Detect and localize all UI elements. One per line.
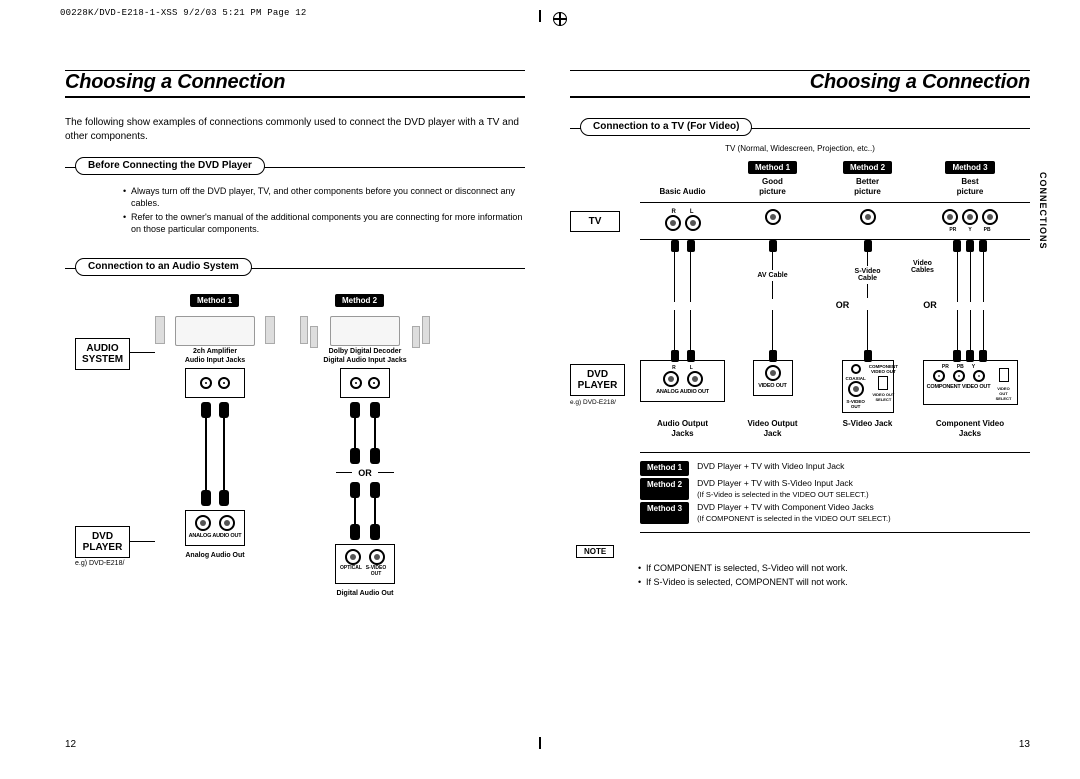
video-output-jack-label: Video Output Jack xyxy=(725,419,820,438)
section-pill-tv: Connection to a TV (For Video) xyxy=(580,118,752,136)
audio-input-jacks-icon xyxy=(185,368,245,398)
jack-icon xyxy=(665,215,681,231)
method3-tag: Method 3 xyxy=(640,502,689,524)
note-item: If S-Video is selected, COMPONENT will n… xyxy=(638,576,1030,588)
section-pill-audio: Connection to an Audio System xyxy=(75,258,252,276)
analog-audio-out-panel: RL ANALOG AUDIO OUT xyxy=(640,360,725,402)
pb-label: PB xyxy=(984,227,991,233)
method-descriptions: Method 1 DVD Player + TV with Video Inpu… xyxy=(640,452,1030,533)
intro-text: The following show examples of connectio… xyxy=(65,116,525,143)
note-tag: NOTE xyxy=(576,545,614,558)
video-cables-label: Video Cables xyxy=(911,260,934,274)
digital-input-jacks-caption: Digital Audio Input Jacks xyxy=(300,357,430,364)
section-heading-line: Connection to a TV (For Video) xyxy=(570,116,1030,140)
audio-output-jacks-label: Audio Output Jacks xyxy=(640,419,725,438)
or-label: OR xyxy=(836,300,850,310)
best-picture-header: Best picture xyxy=(915,177,1025,196)
method1-tag: Method 1 xyxy=(748,161,797,174)
crop-cross xyxy=(553,12,567,26)
audio-system-label: AUDIO SYSTEM xyxy=(75,338,130,370)
audio-diagram: Method 1 Method 2 AUDIO SYSTEM 2ch Ampli… xyxy=(65,286,525,596)
video-out-panel: VIDEO OUT xyxy=(753,360,793,396)
method3-desc-sub: (If COMPONENT is selected in the VIDEO O… xyxy=(697,514,891,523)
amplifier-icon xyxy=(175,316,255,346)
page-title: Choosing a Connection xyxy=(570,71,1030,94)
method2-tag: Method 2 xyxy=(335,294,384,307)
dvd-player-label: DVD PLAYER xyxy=(570,364,625,396)
digital-out-panel: OPTICAL S-VIDEO OUT xyxy=(335,544,395,584)
bullet-list-before: Always turn off the DVD player, TV, and … xyxy=(83,185,525,236)
method3-desc: DVD Player + TV with Component Video Jac… xyxy=(697,502,874,512)
jack-icon xyxy=(685,215,701,231)
jack-icon xyxy=(982,209,998,225)
decoder-caption: Dolby Digital Decoder xyxy=(300,348,430,355)
dvd-player-label: DVD PLAYER xyxy=(75,526,130,558)
eg-model: e.g) DVD-E218/ xyxy=(570,399,636,406)
method2-tag: Method 2 xyxy=(843,161,892,174)
video-diagram: Basic Audio Method 1 Good picture Method… xyxy=(570,161,1030,438)
analog-audio-out-caption: Analog Audio Out xyxy=(155,552,275,559)
tv-types-text: TV (Normal, Widescreen, Projection, etc.… xyxy=(570,144,1030,153)
method2-desc-sub: (If S-Video is selected in the VIDEO OUT… xyxy=(697,490,868,499)
decoder-icon xyxy=(330,316,400,346)
method3-tag: Method 3 xyxy=(945,161,994,174)
section-heading-line: Before Connecting the DVD Player xyxy=(65,155,525,179)
good-picture-header: Good picture xyxy=(725,177,820,196)
page-number: 13 xyxy=(1019,739,1030,750)
audio-input-jacks-caption: Audio Input Jacks xyxy=(155,357,275,364)
svideo-cable-label: S-Video Cable xyxy=(820,268,915,282)
bullet-item: Refer to the owner's manual of the addit… xyxy=(123,211,525,235)
pr-label: PR xyxy=(949,227,956,233)
crop-mark xyxy=(539,737,541,749)
component-out-panel: PRPBY COMPONENT VIDEO OUT VIDEO OUT SELE… xyxy=(923,360,1018,405)
or-label: OR xyxy=(358,468,372,478)
note-item: If COMPONENT is selected, S-Video will n… xyxy=(638,562,1030,574)
jack-icon xyxy=(942,209,958,225)
method2-desc: DVD Player + TV with S-Video Input Jack xyxy=(697,478,853,488)
page-title: Choosing a Connection xyxy=(65,71,525,94)
method1-tag: Method 1 xyxy=(640,461,689,475)
better-picture-header: Better picture xyxy=(820,177,915,196)
tv-label: TV xyxy=(570,211,620,232)
jack-icon xyxy=(962,209,978,225)
method2-tag: Method 2 xyxy=(640,478,689,500)
side-tab-connections: CONNECTIONS xyxy=(1038,170,1048,252)
jack-icon xyxy=(765,209,781,225)
method1-tag: Method 1 xyxy=(190,294,239,307)
basic-audio-header: Basic Audio xyxy=(640,187,725,197)
print-header: 00228K/DVD-E218-1-XSS 9/2/03 5:21 PM Pag… xyxy=(60,8,306,18)
av-cable-label: AV Cable xyxy=(725,272,820,279)
component-jacks-label: Component Video Jacks xyxy=(915,419,1025,438)
page-number: 12 xyxy=(65,739,76,750)
panel-caption: ANALOG AUDIO OUT xyxy=(188,533,242,539)
section-heading-line: Connection to an Audio System xyxy=(65,256,525,280)
panel-caption: OPTICAL xyxy=(340,565,362,577)
page-left: Choosing a Connection The following show… xyxy=(55,50,535,750)
section-pill-before: Before Connecting the DVD Player xyxy=(75,157,265,175)
panel-caption: S-VIDEO OUT xyxy=(362,565,390,577)
rule-thick xyxy=(65,96,525,98)
amplifier-caption: 2ch Amplifier xyxy=(155,348,275,355)
analog-audio-out-panel: ANALOG AUDIO OUT xyxy=(185,510,245,546)
eg-model: e.g) DVD-E218/ xyxy=(75,560,124,567)
digital-input-jacks-icon xyxy=(340,368,390,398)
digital-audio-out-caption: Digital Audio Out xyxy=(300,590,430,597)
page-right: Choosing a Connection CONNECTIONS Connec… xyxy=(560,50,1040,750)
svideo-out-panel: COAXIAL S-VIDEO OUT COMPONENT VIDEO OUT … xyxy=(842,360,894,413)
y-label: Y xyxy=(968,227,971,233)
method1-desc: DVD Player + TV with Video Input Jack xyxy=(697,461,844,475)
jack-icon xyxy=(860,209,876,225)
crop-mark xyxy=(539,10,541,22)
bullet-item: Always turn off the DVD player, TV, and … xyxy=(123,185,525,209)
svideo-jack-label: S-Video Jack xyxy=(820,419,915,429)
